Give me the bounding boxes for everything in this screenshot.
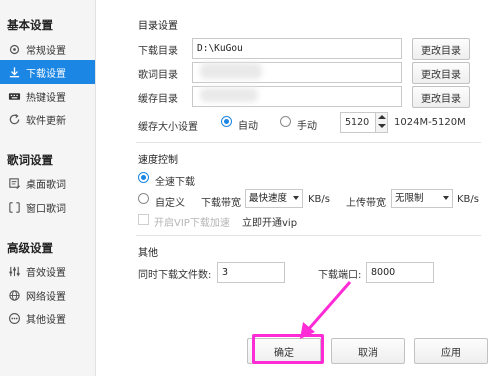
annotation-arrow-icon [300,281,352,339]
